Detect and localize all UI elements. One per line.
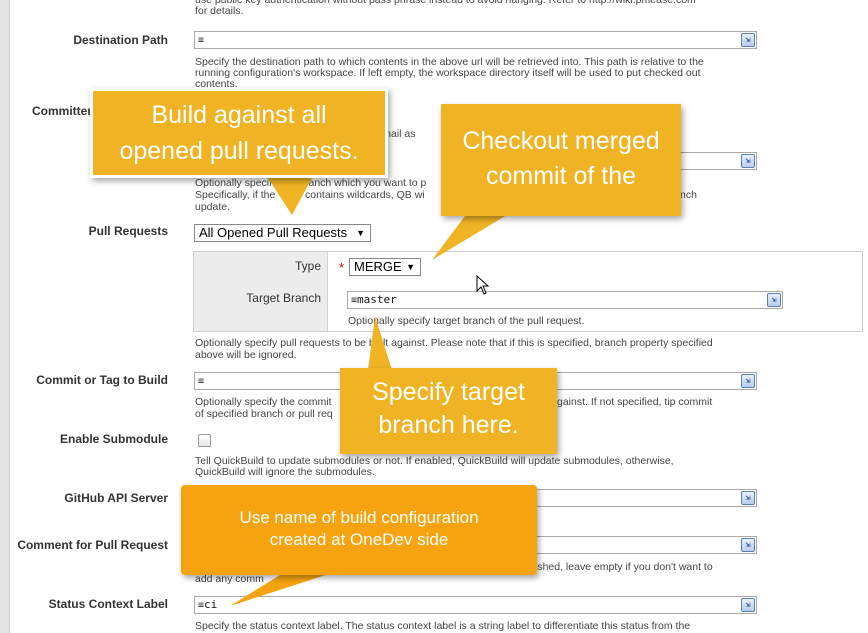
expand-editor-icon[interactable]: ⇲ [741,538,755,552]
type-selected: MERGE [354,259,402,274]
help-commit-1a: Optionally specify the commit [195,396,332,408]
target-branch-input[interactable]: ≡master ⇲ [347,291,783,309]
expand-editor-icon[interactable]: ⇲ [741,154,755,168]
mouse-cursor-icon [476,275,490,295]
help-top: use public key authentication without pa… [195,0,696,17]
label-comment-for-pull-request: Comment for Pull Request [17,538,168,552]
help-commit-1b: gainst. If not specified, tip commit [557,396,713,408]
label-committer: Committer [31,104,92,118]
help-commit-2: of specified branch or pull req [195,408,333,420]
callout-specify-target-branch: Specify target branch here. [340,368,557,454]
comment-for-pull-request-input[interactable]: ⇲ [535,536,757,554]
help-comment-1b: ished, leave empty if you don't want to [535,561,713,573]
pull-requests-select[interactable]: All Opened Pull Requests ▼ [194,224,371,242]
help-pull-requests-2: above will be ignored. [195,349,297,361]
help-branch-2c: nch [680,189,697,201]
chevron-down-icon: ▼ [406,262,415,272]
destination-path-input[interactable]: ≡ ⇲ [194,31,757,49]
help-branch-3: update. [195,201,231,213]
label-pull-requests: Pull Requests [88,224,168,238]
expand-editor-icon[interactable]: ⇲ [741,491,755,505]
label-status-context: Status Context Label [48,597,168,611]
type-select[interactable]: MERGE ▼ [349,258,421,276]
expand-editor-icon[interactable]: ⇲ [767,293,781,307]
label-destination-path: Destination Path [73,33,168,47]
help-submodule: Tell QuickBuild to update submodules or … [195,455,674,478]
label-enable-submodule: Enable Submodule [59,432,168,446]
callout-build-configuration: Use name of build configuration created … [181,485,537,575]
help-status-context: Specify the status context label. The st… [195,620,691,632]
required-marker: * [339,260,345,275]
callout-checkout-merged: Checkout merged commit of the [441,104,681,216]
label-commit-or-tag: Commit or Tag to Build [36,373,168,387]
expand-editor-icon[interactable]: ⇲ [741,374,755,388]
status-context-input[interactable]: ≡ci ⇲ [194,596,757,614]
help-branch-2b: contains wildcards, QB wi [305,189,425,201]
callout-all-opened-pull-requests: Build against all opened pull requests. [90,88,388,178]
field-prefix-icon: ≡ [198,35,205,46]
github-api-server-input[interactable]: ⇲ [535,489,757,507]
field-prefix-icon: ≡ [198,376,205,387]
help-target-branch: Optionally specify target branch of the … [348,315,585,327]
help-branch-1b: ranch which you want to p [305,177,427,189]
status-context-value: ci [204,598,218,611]
enable-submodule-checkbox[interactable] [198,434,211,447]
help-branch-2a: Specifically, if the [195,189,276,201]
help-pull-requests-1: Optionally specify pull requests to be b… [195,337,713,349]
pull-requests-selected: All Opened Pull Requests [199,225,348,240]
help-branch-1a: Optionally specif [195,177,273,189]
help-destination-path: Specify the destination path to which co… [195,57,704,89]
chevron-down-icon: ▼ [356,228,365,238]
pull-requests-panel: Type Target Branch * MERGE ▼ ≡master ⇲ O… [193,251,863,332]
label-target-branch: Target Branch [246,291,321,305]
help-comment-2: add any comm [195,573,264,585]
expand-editor-icon[interactable]: ⇲ [741,598,755,612]
expand-editor-icon[interactable]: ⇲ [741,33,755,47]
label-github-api-server: GitHub API Server [64,491,168,505]
label-type: Type [294,259,321,273]
target-branch-value: master [357,293,397,306]
